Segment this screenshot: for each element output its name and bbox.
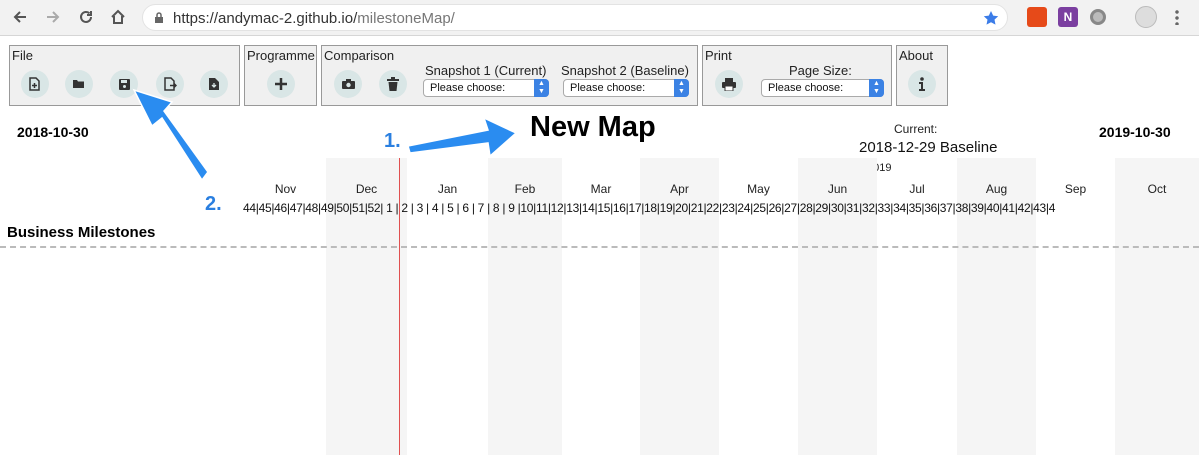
arrow-to-save-icon: [132, 88, 209, 182]
annotation-step-1: 1.: [384, 130, 401, 152]
annotation-arrows: [132, 88, 518, 182]
annotation-step-2: 2.: [205, 193, 222, 215]
arrow-to-title-icon: [407, 116, 518, 158]
